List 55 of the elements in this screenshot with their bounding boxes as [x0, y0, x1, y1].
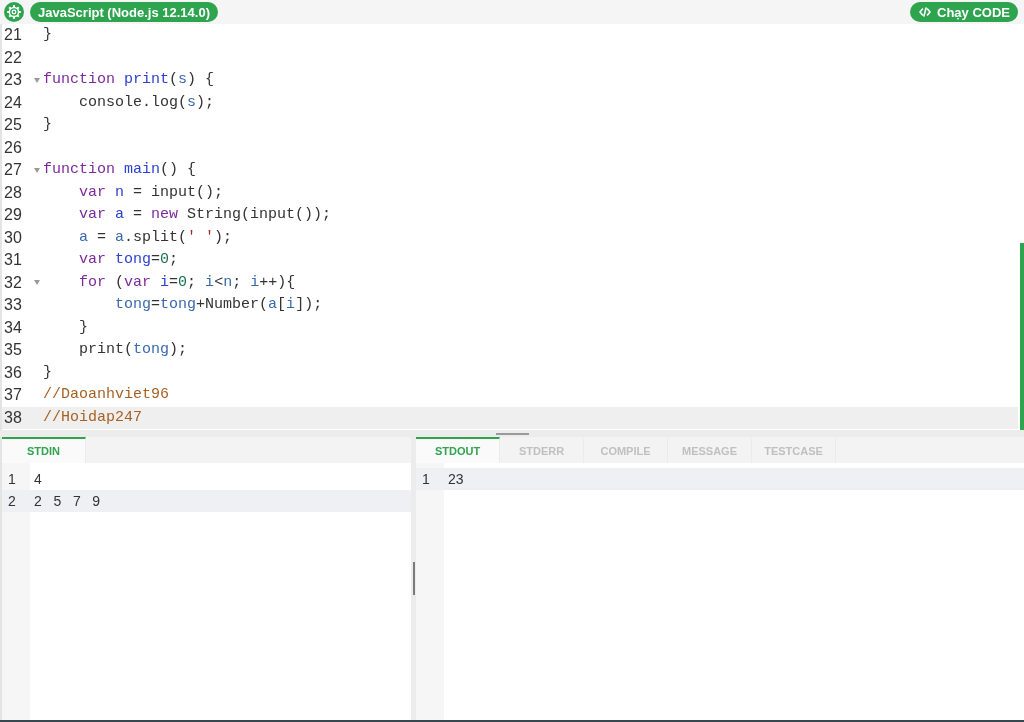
- code-text: }: [78, 317, 88, 338]
- line-number: 36: [3, 362, 23, 383]
- line-number: 1: [421, 471, 431, 487]
- line-number: 21: [3, 25, 23, 46]
- code-text: a = a.split(' ');: [78, 227, 233, 248]
- line-number: 2: [7, 493, 17, 509]
- code-editor[interactable]: [0, 24, 1024, 430]
- line-number: 27: [3, 160, 23, 181]
- line-number: 23: [3, 70, 23, 91]
- text-area[interactable]: 1 23: [416, 463, 1024, 720]
- line-number: 25: [3, 115, 23, 136]
- code-text: //Daoanhviet96: [43, 385, 170, 406]
- line-number: 22: [3, 47, 23, 68]
- line-text: 2 5 7 9: [33, 493, 101, 509]
- text-area[interactable]: 1 4 2 2 5 7 9: [2, 463, 411, 720]
- line-number: 29: [3, 205, 23, 226]
- run-button[interactable]: Chạy CODE: [910, 2, 1018, 22]
- resize-handle[interactable]: [412, 562, 415, 595]
- language-selector[interactable]: JavaScript (Node.js 12.14.0): [30, 2, 218, 22]
- line-number: 28: [3, 182, 23, 203]
- code-text: function print(s) {: [43, 70, 215, 91]
- code-text: var tong=0;: [78, 250, 179, 271]
- line-number: 37: [3, 385, 23, 406]
- line-text: 23: [447, 471, 464, 487]
- code-icon: [919, 7, 932, 17]
- line-number: 30: [3, 227, 23, 248]
- settings-icon[interactable]: [4, 2, 24, 22]
- scrollbar-thumb[interactable]: [1020, 243, 1024, 430]
- code-text: console.log(s);: [78, 92, 215, 113]
- code-text: function main() {: [43, 160, 197, 181]
- code-text: tong=tong+Number(a[i]);: [114, 295, 323, 316]
- line-number: 26: [3, 137, 23, 158]
- tab[interactable]: STDIN: [2, 437, 86, 463]
- code-text: var n = input();: [78, 182, 224, 203]
- line-number: 33: [3, 295, 23, 316]
- code-text: for (var i=0; i<n; i++){: [78, 272, 296, 293]
- code-text: }: [43, 25, 52, 46]
- resize-handle[interactable]: [495, 433, 529, 435]
- line-number: 31: [3, 250, 23, 271]
- fold-arrow-icon[interactable]: [33, 280, 40, 286]
- code-text: }: [43, 115, 52, 136]
- fold-arrow-icon[interactable]: [33, 77, 40, 83]
- code-text: //Hoidap247: [43, 407, 143, 428]
- fold-arrow-icon[interactable]: [33, 167, 40, 173]
- line-text: 4: [33, 471, 42, 487]
- code-text: var a = new String(input());: [78, 205, 332, 226]
- tab[interactable]: STDOUT: [416, 437, 500, 463]
- line-number: 1: [7, 471, 17, 487]
- code-text: }: [43, 362, 52, 383]
- line-number: 32: [3, 272, 23, 293]
- line-number: 35: [3, 340, 23, 361]
- code-text: print(tong);: [78, 340, 188, 361]
- line-number: 34: [3, 317, 23, 338]
- line-number: 38: [3, 407, 23, 428]
- line-number: 24: [3, 92, 23, 113]
